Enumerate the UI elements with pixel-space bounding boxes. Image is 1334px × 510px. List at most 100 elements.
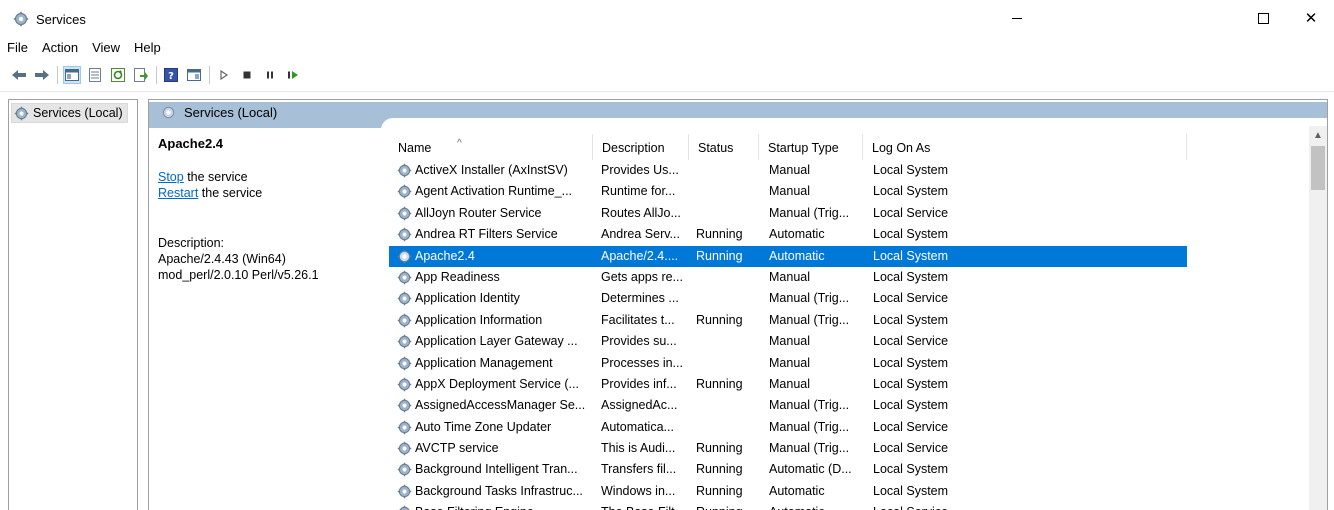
service-name-cell: Auto Time Zone Updater: [397, 417, 597, 438]
back-arrow-icon[interactable]: [10, 66, 28, 84]
service-startup-type: Automatic: [769, 227, 825, 242]
service-log-on-as: Local System: [873, 398, 949, 413]
service-log-on-as: Local Service: [873, 441, 949, 456]
table-row[interactable]: Application Information Facilitates t... R…: [389, 310, 1327, 331]
table-row[interactable]: Agent Activation Runtime_... Runtime for.…: [389, 181, 1327, 202]
tree-item-label: Services (Local): [33, 106, 123, 120]
service-status: Running: [696, 376, 743, 391]
service-startup-type: Automatic: [769, 502, 869, 510]
pane-header: Services (Local): [149, 100, 1327, 130]
services-pane: Services (Local) Apache2.4 Stop the serv…: [148, 99, 1328, 510]
stop-service-icon[interactable]: [238, 66, 256, 84]
restart-service-link[interactable]: Restart: [158, 186, 198, 200]
extended-details-panel: Apache2.4 Stop the service Restart the s…: [158, 136, 378, 283]
stop-action-suffix: the service: [183, 170, 248, 184]
menu-action[interactable]: Action: [35, 38, 85, 58]
minimize-icon: [1012, 17, 1022, 19]
service-name-cell: Base Filtering Engine: [397, 502, 597, 510]
description-label: Description:: [158, 236, 224, 250]
service-startup-type: Manual (Trig...: [769, 419, 850, 434]
service-gear-icon: [397, 184, 412, 199]
service-name: AllJoyn Router Service: [415, 205, 542, 220]
scroll-up-icon[interactable]: ▲: [1309, 126, 1327, 144]
services-gear-icon: [13, 11, 29, 27]
table-row[interactable]: Auto Time Zone Updater Automatica... Manua…: [389, 417, 1327, 438]
service-status: Running: [696, 441, 743, 456]
table-row[interactable]: Apache2.4 Apache/2.4.... Running Automatic L…: [389, 245, 1187, 267]
service-status: Running: [696, 248, 743, 263]
menu-file[interactable]: File: [0, 38, 35, 58]
service-log-on-as: Local System: [873, 227, 949, 242]
service-name-cell: Application Management: [397, 353, 597, 374]
scrollbar-thumb[interactable]: [1311, 146, 1325, 190]
table-row[interactable]: Andrea RT Filters Service Andrea Serv... R…: [389, 224, 1327, 245]
services-gear-icon: [14, 106, 29, 121]
service-status: Running: [696, 502, 762, 510]
help-icon[interactable]: ?: [162, 66, 180, 84]
menu-bar: File Action View Help: [0, 38, 168, 58]
selected-service-name: Apache2.4: [158, 136, 224, 151]
table-row[interactable]: Application Management Processes in... Man…: [389, 353, 1327, 374]
maximize-button[interactable]: [1240, 0, 1286, 36]
column-header-status[interactable]: Status: [689, 134, 759, 160]
title-bar: Services ✕: [0, 0, 1334, 36]
start-service-icon[interactable]: [215, 66, 233, 84]
table-row[interactable]: App Readiness Gets apps re... Manual Local …: [389, 267, 1327, 288]
restart-action-suffix: the service: [198, 186, 263, 200]
tree-item-services-local[interactable]: Services (Local): [11, 103, 128, 123]
service-name: Background Tasks Infrastruc...: [415, 483, 583, 498]
service-startup-type: Manual (Trig...: [769, 441, 850, 456]
table-row[interactable]: AppX Deployment Service (... Provides inf…: [389, 374, 1327, 395]
column-header-log-on-as[interactable]: Log On As: [863, 134, 1187, 160]
stop-service-link[interactable]: Stop: [158, 170, 184, 184]
column-header-name[interactable]: Name ^: [389, 134, 593, 160]
service-description: Transfers fil...: [601, 462, 677, 477]
service-description: AssignedAc...: [601, 398, 678, 413]
service-name-cell: Application Identity: [397, 288, 597, 309]
show-action-pane-icon[interactable]: [185, 66, 203, 84]
table-row[interactable]: AVCTP service This is Audi... Running Manua…: [389, 438, 1327, 459]
service-name-cell: Agent Activation Runtime_...: [397, 181, 597, 202]
service-log-on-as: Local System: [873, 483, 949, 498]
column-header-description[interactable]: Description: [593, 134, 689, 160]
close-icon: ✕: [1304, 10, 1318, 27]
services-list: Name ^ Description Status Startup Type L…: [389, 134, 1327, 510]
forward-arrow-icon[interactable]: [33, 66, 51, 84]
pause-service-icon[interactable]: [261, 66, 279, 84]
vertical-scrollbar[interactable]: ▲: [1309, 126, 1327, 510]
service-gear-icon: [397, 334, 412, 349]
properties-icon[interactable]: [86, 66, 104, 84]
maximize-icon: [1257, 12, 1269, 24]
pane-header-band: [149, 102, 1327, 130]
table-row[interactable]: ActiveX Installer (AxInstSV) Provides Us.…: [389, 160, 1327, 181]
service-name-cell: AllJoyn Router Service: [397, 203, 597, 224]
menu-help[interactable]: Help: [127, 38, 168, 58]
export-list-icon[interactable]: [132, 66, 150, 84]
table-row[interactable]: Application Identity Determines ... Manual…: [389, 288, 1327, 309]
restart-service-icon[interactable]: [284, 66, 302, 84]
svg-text:?: ?: [168, 71, 174, 82]
service-log-on-as: Local System: [873, 184, 949, 199]
table-row[interactable]: AllJoyn Router Service Routes AllJo... Man…: [389, 203, 1327, 224]
service-gear-icon: [397, 420, 412, 435]
table-row[interactable]: Background Tasks Infrastruc... Windows in…: [389, 481, 1327, 502]
close-button[interactable]: ✕: [1288, 0, 1334, 36]
column-header-label: Startup Type: [768, 141, 839, 155]
service-name-cell: Background Tasks Infrastruc...: [397, 481, 597, 502]
stop-action: Stop the service: [158, 169, 378, 185]
minimize-button[interactable]: [994, 0, 1040, 36]
column-header-startup-type[interactable]: Startup Type: [759, 134, 863, 160]
refresh-icon[interactable]: [109, 66, 127, 84]
service-gear-icon: [397, 462, 412, 477]
table-row[interactable]: Background Intelligent Tran... Transfers …: [389, 459, 1327, 480]
menu-view[interactable]: View: [85, 38, 127, 58]
console-tree-icon[interactable]: [63, 66, 81, 84]
table-row[interactable]: Base Filtering Engine The Base Filt... Run…: [389, 502, 1327, 510]
table-row[interactable]: AssignedAccessManager Se... AssignedAc...…: [389, 395, 1327, 416]
sort-ascending-icon: ^: [457, 138, 462, 149]
table-row[interactable]: Application Layer Gateway ... Provides su…: [389, 331, 1327, 352]
service-gear-icon: [397, 249, 412, 264]
service-startup-type: Automatic (D...: [769, 462, 852, 477]
service-description: Apache/2.4....: [601, 248, 679, 263]
column-header-label: Status: [698, 141, 734, 155]
